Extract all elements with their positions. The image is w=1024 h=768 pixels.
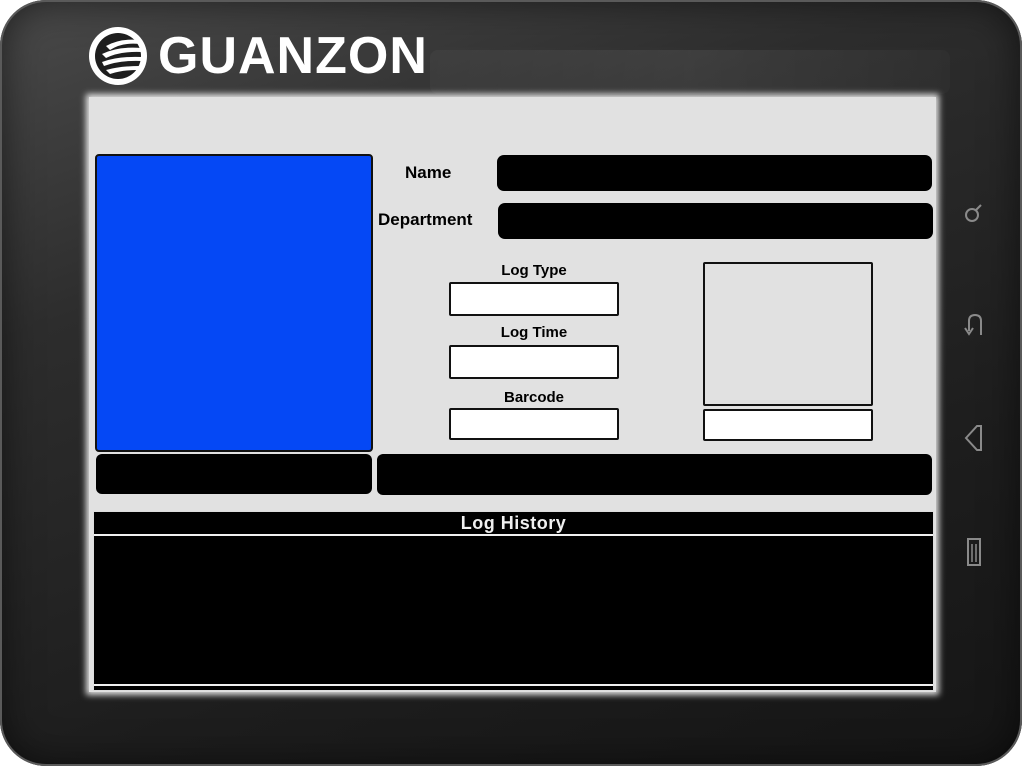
log-history-footer-divider <box>94 684 933 686</box>
log-type-field <box>449 282 619 316</box>
name-field <box>497 155 932 191</box>
tablet-frame: GUANZON Name Department Log Type Log Tim… <box>0 0 1022 766</box>
device-search-button[interactable] <box>962 196 986 230</box>
log-history-list[interactable] <box>94 536 933 684</box>
device-menu-button[interactable] <box>962 535 986 569</box>
log-type-label: Log Type <box>501 262 567 279</box>
log-time-label: Log Time <box>500 324 568 341</box>
menu-icon <box>967 538 981 566</box>
preview-caption-field <box>703 409 873 441</box>
brand-logo: GUANZON <box>88 26 428 86</box>
department-field <box>498 203 933 239</box>
barcode-field[interactable] <box>449 408 619 440</box>
home-icon <box>964 425 982 451</box>
name-label: Name <box>405 163 452 182</box>
preview-image-box <box>703 262 873 406</box>
log-history-panel: Log History <box>93 511 934 691</box>
photo-caption-bar <box>96 454 372 494</box>
guanzon-logo-icon <box>89 27 147 85</box>
device-back-button[interactable] <box>962 308 986 342</box>
device-home-button[interactable] <box>962 421 986 455</box>
department-label: Department <box>378 210 473 229</box>
brand-name: GUANZON <box>158 27 428 85</box>
status-message-bar <box>377 454 932 495</box>
back-icon <box>964 313 982 336</box>
barcode-label: Barcode <box>503 389 565 406</box>
log-history-title: Log History <box>94 512 933 536</box>
employee-photo <box>95 154 373 452</box>
app-screen: Name Department Log Type Log Time Barcod… <box>89 97 936 692</box>
bezel-sheen <box>430 50 950 94</box>
search-icon <box>965 204 982 222</box>
log-time-field <box>449 345 619 379</box>
